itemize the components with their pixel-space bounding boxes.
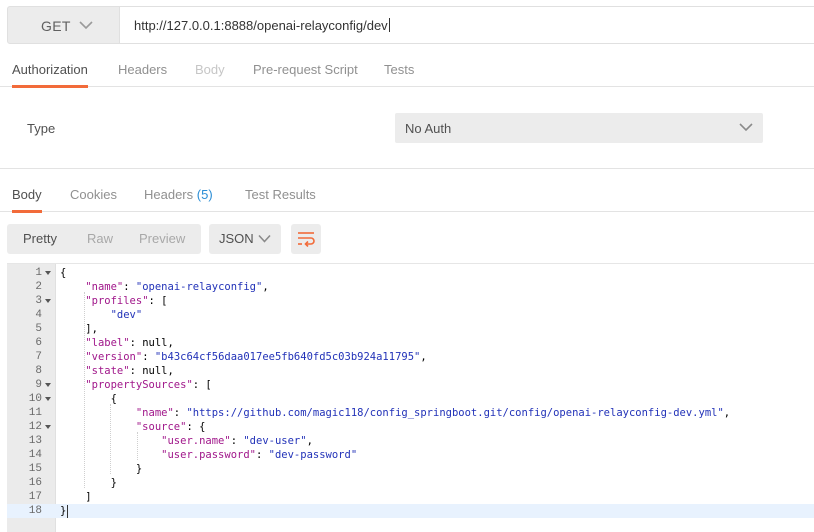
- code-text: }: [60, 505, 67, 517]
- code-text: "source": {: [135, 421, 206, 433]
- preview-button[interactable]: Preview: [139, 231, 185, 246]
- code-line: 11 "name": "https://github.com/magic118/…: [7, 406, 814, 420]
- code-line: 9 "propertySources": [: [7, 378, 814, 392]
- tab-response-headers-label: Headers: [144, 187, 194, 202]
- code-text: "profiles": [: [85, 295, 168, 307]
- line-number: 2: [35, 281, 42, 293]
- format-label: JSON: [219, 231, 254, 246]
- code-text: "label": null,: [85, 337, 174, 349]
- code-line: 16 }: [7, 476, 814, 490]
- code-line: 10 {: [7, 392, 814, 406]
- auth-type-value: No Auth: [405, 121, 452, 136]
- fold-caret-icon[interactable]: [45, 425, 51, 429]
- method-label: GET: [41, 18, 71, 34]
- line-number: 7: [35, 351, 42, 363]
- request-bar: GET http://127.0.0.1:8888/openai-relayco…: [0, 0, 814, 52]
- pretty-button[interactable]: Pretty: [23, 231, 57, 246]
- code-line: 6 "label": null,: [7, 336, 814, 350]
- code-line: 2 "name": "openai-relayconfig",: [7, 280, 814, 294]
- code-text: "name": "https://github.com/magic118/con…: [135, 407, 731, 419]
- code-text: {: [60, 267, 67, 279]
- raw-button[interactable]: Raw: [87, 231, 113, 246]
- fold-caret-icon[interactable]: [45, 397, 51, 401]
- code-text: "version": "b43c64cf56daa017ee5fb640fd5c…: [85, 351, 427, 363]
- line-number: 15: [28, 463, 42, 475]
- code-line: 12 "source": {: [7, 420, 814, 434]
- code-line: 4 "dev": [7, 308, 814, 322]
- url-text: http://127.0.0.1:8888/openai-relayconfig…: [134, 18, 388, 33]
- code-text: ]: [60, 491, 92, 503]
- tab-pre-request-script[interactable]: Pre-request Script: [253, 52, 358, 87]
- line-number: 14: [28, 449, 42, 461]
- code-text: "propertySources": [: [85, 379, 212, 391]
- line-number: 11: [28, 407, 42, 419]
- line-number: 4: [35, 309, 42, 321]
- chevron-down-icon: [739, 123, 753, 132]
- format-select[interactable]: JSON: [209, 224, 281, 254]
- auth-type-label: Type: [27, 121, 56, 136]
- line-number: 5: [35, 323, 42, 335]
- code-text: }: [60, 463, 143, 475]
- wrap-lines-icon: [298, 232, 315, 247]
- tab-cookies[interactable]: Cookies: [70, 177, 117, 212]
- code-line: 3 "profiles": [: [7, 294, 814, 308]
- response-body-editor[interactable]: 1{2 "name": "openai-relayconfig", 3 "prof…: [7, 263, 814, 532]
- line-number: 3: [35, 295, 42, 307]
- auth-type-select[interactable]: No Auth: [395, 113, 763, 143]
- wrap-lines-button[interactable]: [291, 224, 321, 254]
- line-number: 18: [28, 505, 42, 517]
- url-input[interactable]: http://127.0.0.1:8888/openai-relayconfig…: [120, 6, 814, 44]
- line-number: 1: [35, 267, 42, 279]
- tab-tests[interactable]: Tests: [384, 52, 414, 87]
- code-text: "name": "openai-relayconfig",: [85, 281, 269, 293]
- method-select[interactable]: GET: [7, 6, 120, 44]
- line-number: 6: [35, 337, 42, 349]
- chevron-down-icon: [79, 21, 93, 30]
- line-number: 10: [28, 393, 42, 405]
- code-line: 5 ],: [7, 322, 814, 336]
- line-number: 8: [35, 365, 42, 377]
- tab-headers[interactable]: Headers: [118, 52, 167, 87]
- request-tabs: Authorization Headers Body Pre-request S…: [0, 52, 814, 88]
- fold-caret-icon[interactable]: [45, 271, 51, 275]
- code-text: ],: [60, 323, 98, 335]
- authorization-panel: Type No Auth: [0, 88, 814, 169]
- tab-response-headers[interactable]: Headers (5): [144, 177, 213, 212]
- response-tabs: Body Cookies Headers (5) Test Results: [0, 177, 814, 213]
- tab-test-results[interactable]: Test Results: [245, 177, 316, 212]
- code-line: 7 "version": "b43c64cf56daa017ee5fb640fd…: [7, 350, 814, 364]
- text-cursor: [67, 505, 68, 518]
- fold-caret-icon[interactable]: [45, 299, 51, 303]
- tab-body[interactable]: Body: [195, 52, 225, 87]
- code-text: "user.password": "dev-password": [161, 449, 358, 461]
- line-number: 12: [28, 421, 42, 433]
- code-text: {: [60, 393, 117, 405]
- code-line: 8 "state": null,: [7, 364, 814, 378]
- code-text: }: [60, 477, 117, 489]
- line-number: 9: [35, 379, 42, 391]
- code-text: "dev": [110, 309, 143, 321]
- headers-count-badge: (5): [196, 187, 213, 202]
- code-line: 15 }: [7, 462, 814, 476]
- code-line: 14 "user.password": "dev-password": [7, 448, 814, 462]
- line-number: 13: [28, 435, 42, 447]
- view-mode-group: Pretty Raw Preview: [7, 224, 201, 254]
- code-line: 17 ]: [7, 490, 814, 504]
- tab-authorization[interactable]: Authorization: [12, 52, 88, 88]
- code-text: "user.name": "dev-user",: [161, 435, 313, 447]
- tab-response-body[interactable]: Body: [12, 177, 42, 213]
- code-line: 13 "user.name": "dev-user",: [7, 434, 814, 448]
- code-line: 18}: [7, 504, 814, 518]
- chevron-down-icon: [258, 234, 271, 243]
- code-text: "state": null,: [85, 365, 174, 377]
- fold-caret-icon[interactable]: [45, 383, 51, 387]
- code-line: 1{: [7, 266, 814, 280]
- line-number: 16: [28, 477, 42, 489]
- line-number: 17: [28, 491, 42, 503]
